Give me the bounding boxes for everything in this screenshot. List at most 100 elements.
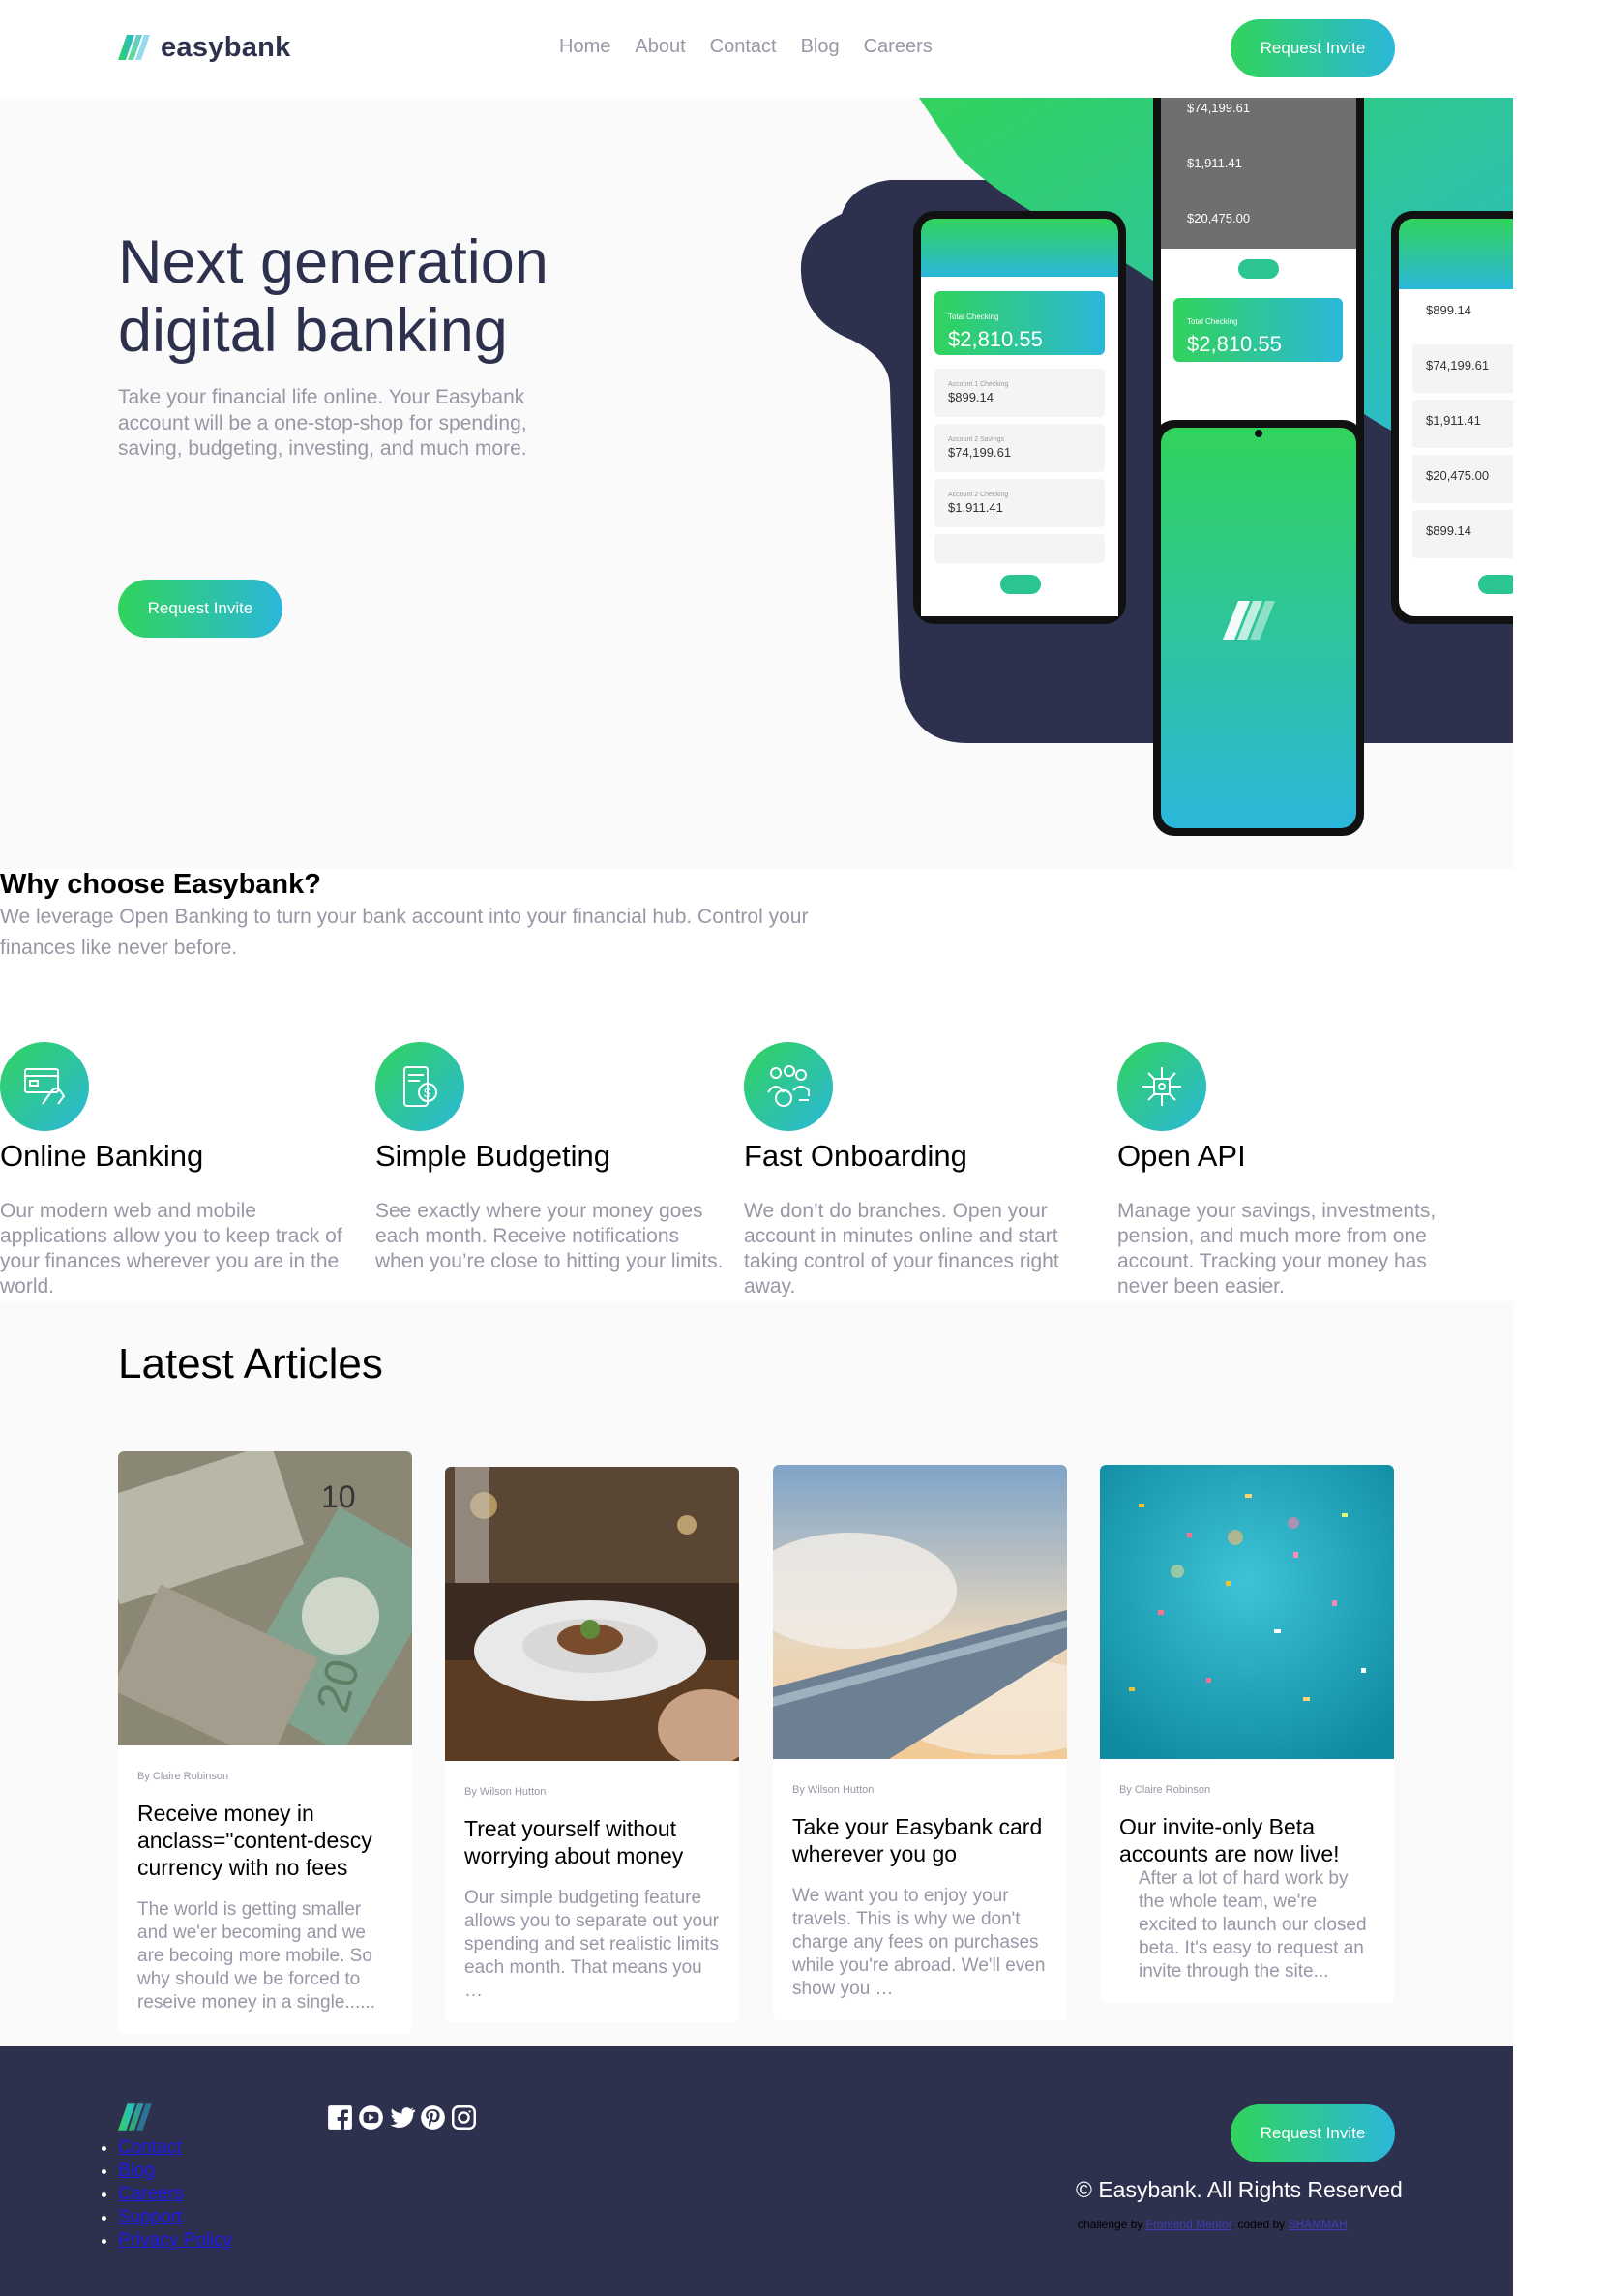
feature-title: Online Banking bbox=[0, 1139, 204, 1173]
youtube-icon[interactable] bbox=[358, 2104, 384, 2131]
feature-text: See exactly where your money goes each m… bbox=[375, 1200, 724, 1272]
feature-text: We don’t do branches. Open your account … bbox=[744, 1200, 1059, 1297]
nav-blog[interactable]: Blog bbox=[801, 36, 840, 58]
phone-total-label: Total Checking bbox=[948, 313, 999, 321]
phone-total-amount-2: $2,810.55 bbox=[1187, 332, 1282, 356]
online-banking-icon bbox=[0, 1042, 89, 1131]
feature-title: Simple Budgeting bbox=[375, 1139, 610, 1173]
phone-account-amount: $74,199.61 bbox=[1187, 101, 1251, 115]
nav-about[interactable]: About bbox=[635, 36, 685, 58]
footer-link-item: Privacy Policy bbox=[118, 2229, 232, 2252]
phone-account-amount: $74,199.61 bbox=[1426, 358, 1490, 373]
footer-link-item: Support bbox=[118, 2206, 232, 2229]
social-links bbox=[327, 2104, 477, 2131]
footer-link-item: Blog bbox=[118, 2160, 232, 2183]
article-card[interactable]: 20 10 By Claire Robinson Receive money i… bbox=[118, 1451, 412, 2034]
phone-total-label-2: Total Checking bbox=[1187, 317, 1238, 326]
onboarding-icon bbox=[744, 1042, 833, 1131]
nav-home[interactable]: Home bbox=[559, 36, 610, 58]
attribution: challenge by Frontend Mentor. coded by S… bbox=[1078, 2218, 1348, 2231]
phone-account-amount: $74,199.61 bbox=[948, 445, 1012, 460]
article-author: By Claire Robinson bbox=[137, 1771, 229, 1782]
svg-text:10: 10 bbox=[321, 1479, 356, 1514]
why-title: Why choose Easybank? bbox=[0, 869, 321, 900]
article-title[interactable]: Treat yourself without worrying about mo… bbox=[464, 1815, 720, 1869]
article-card[interactable]: By Wilson Hutton Treat yourself without … bbox=[445, 1467, 739, 2022]
nav-contact[interactable]: Contact bbox=[710, 36, 777, 58]
articles-title: Latest Articles bbox=[118, 1340, 383, 1387]
facebook-icon[interactable] bbox=[327, 2104, 353, 2131]
budgeting-icon: $ bbox=[375, 1042, 464, 1131]
phone-account-amount: $1,911.41 bbox=[1426, 413, 1481, 428]
article-author: By Wilson Hutton bbox=[464, 1786, 547, 1798]
phone-account-amount: $20,475.00 bbox=[1426, 468, 1490, 483]
article-excerpt: The world is getting smaller and we'er b… bbox=[137, 1899, 376, 2013]
footer-link-support[interactable]: Support bbox=[118, 2207, 183, 2227]
phone-account-label: Account 2 Savings bbox=[948, 436, 1004, 443]
footer-link-item: Contact bbox=[118, 2136, 232, 2160]
author-link[interactable]: SHAMMAH bbox=[1289, 2218, 1348, 2231]
footer-link-careers[interactable]: Careers bbox=[118, 2184, 184, 2204]
article-author: By Claire Robinson bbox=[1119, 1784, 1211, 1796]
copyright: © Easybank. All Rights Reserved bbox=[1076, 2177, 1403, 2202]
phone-account-label: Account 1 Checking bbox=[948, 381, 1009, 388]
footer-request-invite-button[interactable]: Request Invite bbox=[1231, 2104, 1395, 2162]
header-request-invite-button[interactable]: Request Invite bbox=[1231, 19, 1395, 77]
logo-mark-icon bbox=[118, 2103, 152, 2131]
brand-logo[interactable]: easybank bbox=[118, 31, 291, 64]
article-card[interactable]: By Wilson Hutton Take your Easybank card… bbox=[773, 1465, 1067, 2020]
article-title[interactable]: Take your Easybank card wherever you go bbox=[792, 1813, 1048, 1867]
footer-links: Contact Blog Careers Support Privacy Pol… bbox=[118, 2136, 232, 2252]
svg-text:$: $ bbox=[424, 1086, 431, 1100]
brand-name: easybank bbox=[161, 31, 291, 63]
main-nav: Home About Contact Blog Careers bbox=[559, 36, 957, 58]
feature-fast-onboarding: Fast Onboarding We don’t do branches. Op… bbox=[744, 1042, 1102, 1299]
feature-online-banking: Online Banking Our modern web and mobile… bbox=[0, 1042, 358, 1299]
confetti-photo bbox=[1100, 1465, 1394, 1759]
phone-account-label: Account 2 Checking bbox=[948, 492, 1009, 498]
phone-account-amount: $20,475.00 bbox=[1187, 211, 1251, 225]
hero-request-invite-button[interactable]: Request Invite bbox=[118, 580, 282, 638]
hero-description: Take your financial life online. Your Ea… bbox=[118, 386, 527, 460]
article-card[interactable]: By Claire Robinson Our invite-only Beta … bbox=[1100, 1465, 1394, 2003]
article-title[interactable]: Receive money in anclass="content-descy … bbox=[137, 1800, 393, 1881]
instagram-icon[interactable] bbox=[451, 2104, 477, 2131]
hero-title: Next generation digital banking bbox=[118, 228, 549, 365]
article-title[interactable]: Our invite-only Beta accounts are now li… bbox=[1119, 1813, 1375, 1867]
hero-background-graphic bbox=[800, 98, 1513, 836]
footer-link-contact[interactable]: Contact bbox=[118, 2137, 181, 2158]
article-author: By Wilson Hutton bbox=[792, 1784, 875, 1796]
footer-link-blog[interactable]: Blog bbox=[118, 2161, 155, 2181]
feature-simple-budgeting: $ Simple Budgeting See exactly where you… bbox=[375, 1042, 733, 1274]
article-excerpt: After a lot of hard work by the whole te… bbox=[1139, 1868, 1367, 1982]
phone-account-amount: $899.14 bbox=[1426, 523, 1471, 538]
phone-account-amount: $899.14 bbox=[1426, 303, 1471, 317]
attribution-mid: . coded by bbox=[1231, 2218, 1286, 2231]
feature-text: Our modern web and mobile applications a… bbox=[0, 1200, 342, 1297]
footer-logo[interactable] bbox=[118, 2103, 153, 2135]
article-excerpt: Our simple budgeting feature allows you … bbox=[464, 1888, 719, 2001]
footer-link-item: Careers bbox=[118, 2183, 232, 2206]
phone-account-amount: $1,911.41 bbox=[1187, 156, 1242, 170]
feature-title: Fast Onboarding bbox=[744, 1139, 967, 1173]
why-description: We leverage Open Banking to turn your ba… bbox=[0, 906, 809, 959]
logo-mark-icon bbox=[118, 35, 150, 60]
frontend-mentor-link[interactable]: Frontend Mentor bbox=[1146, 2218, 1231, 2231]
attribution-prefix: challenge by bbox=[1078, 2218, 1143, 2231]
currency-photo: 20 10 bbox=[118, 1451, 412, 1745]
hero-section: $2,810.55 $2,810.55 Total Checking Total… bbox=[0, 98, 1513, 869]
footer-link-privacy[interactable]: Privacy Policy bbox=[118, 2230, 232, 2251]
api-icon bbox=[1117, 1042, 1206, 1131]
plane-photo bbox=[773, 1465, 1067, 1759]
pinterest-icon[interactable] bbox=[420, 2104, 446, 2131]
phone-account-amount: $1,911.41 bbox=[948, 500, 1003, 515]
nav-careers[interactable]: Careers bbox=[864, 36, 933, 58]
article-excerpt: We want you to enjoy your travels. This … bbox=[792, 1886, 1046, 1999]
twitter-icon[interactable] bbox=[389, 2104, 415, 2131]
phone-account-amount: $899.14 bbox=[948, 390, 994, 404]
feature-open-api: Open API Manage your savings, investment… bbox=[1117, 1042, 1475, 1299]
feature-text: Manage your savings, investments, pensio… bbox=[1117, 1200, 1437, 1297]
restaurant-photo bbox=[445, 1467, 739, 1761]
feature-title: Open API bbox=[1117, 1139, 1246, 1173]
phone-total-amount: $2,810.55 bbox=[948, 327, 1043, 351]
